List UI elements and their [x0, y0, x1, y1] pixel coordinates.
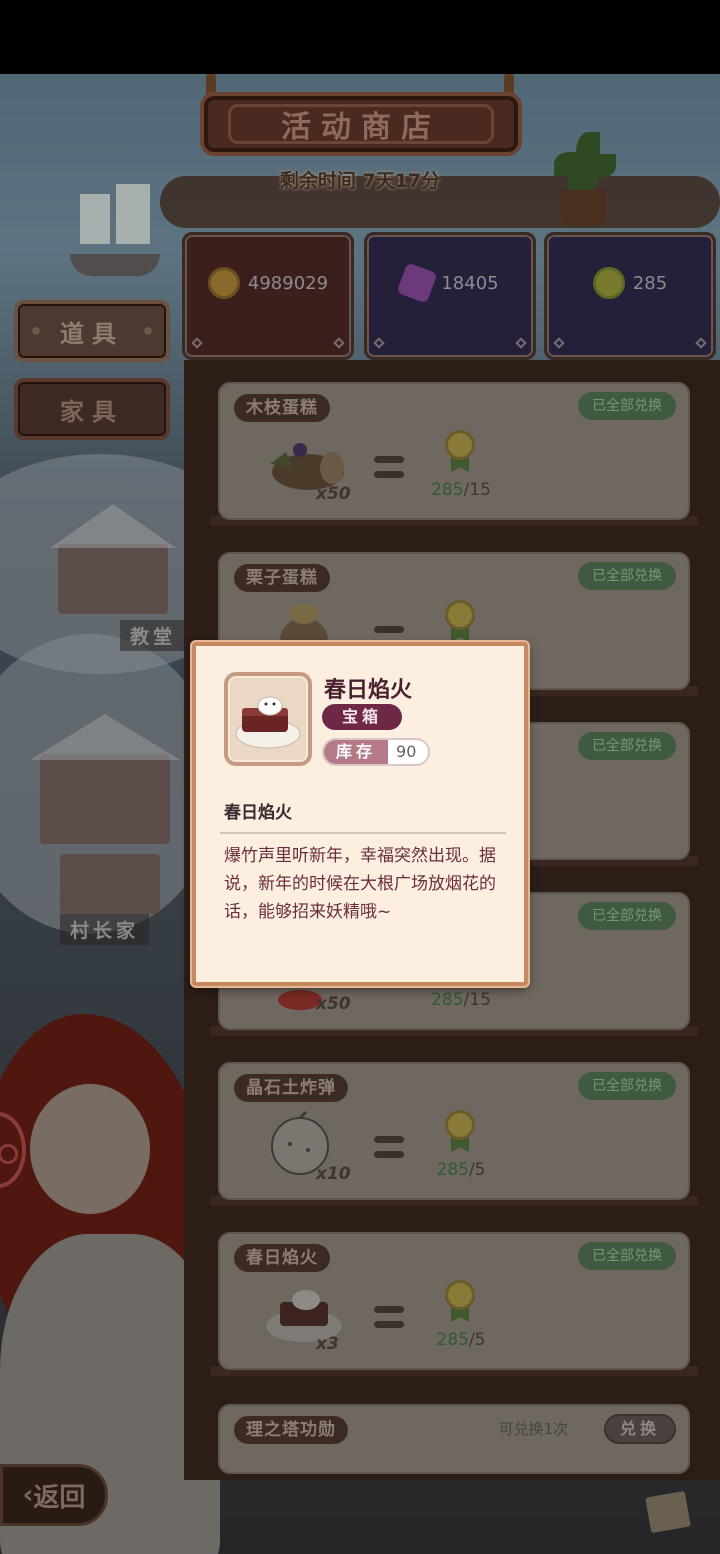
popup-description: 爆竹声里听新年，幸福突然出现。据说，新年的时候在大根广场放烟花的话，能够招来妖精…: [224, 846, 496, 922]
chevron-left-icon: ‹: [22, 1480, 34, 1510]
equals-icon: [374, 1136, 404, 1160]
owned-count: 285: [436, 1160, 469, 1180]
item-status: 已全部兑换: [578, 902, 676, 930]
purple-crystal-icon: [396, 262, 438, 304]
fireworks-box-icon: [235, 696, 301, 749]
item-status: 已全部兑换: [578, 1072, 676, 1100]
star-medal-icon: [442, 1280, 478, 1324]
item-type-badge: 宝箱: [322, 704, 402, 730]
back-label: 返回: [33, 1482, 86, 1513]
shop-title: 活动商店: [228, 104, 494, 145]
item-name: 晶石土炸弹: [234, 1074, 348, 1102]
cost: /5: [468, 1330, 486, 1350]
item-name: 木枝蛋糕: [234, 394, 330, 422]
item-price: 285/15: [416, 480, 506, 500]
equals-icon: [374, 1306, 404, 1330]
cost: /5: [468, 1160, 486, 1180]
stock-indicator: 库存 90: [322, 738, 431, 766]
owned-count: 285: [436, 1330, 469, 1350]
item-name: 春日焰火: [234, 1244, 330, 1272]
shop-item-card[interactable]: 晶石土炸弹 已全部兑换 x10 285/5: [218, 1062, 690, 1200]
stock-label: 库存: [324, 740, 389, 764]
shop-item-card[interactable]: 理之塔功勋 可兑换1次 兑换: [218, 1404, 690, 1474]
item-detail-popup: 春日焰火 宝箱 库存 90 春日焰火 爆竹声里听新年，幸福突然出现。据说，新年的…: [192, 642, 528, 986]
currency-medal[interactable]: 285: [544, 232, 716, 360]
item-status: 已全部兑换: [578, 562, 676, 590]
popup-subtitle: 春日焰火: [224, 803, 292, 823]
tab-props-label: 道具: [60, 319, 124, 348]
star-medal-icon: [442, 1110, 478, 1154]
stock-value: 90: [396, 742, 417, 761]
owned-count: 285: [431, 480, 464, 500]
item-quantity: x10: [316, 1164, 351, 1184]
currency-crystal[interactable]: 18405: [364, 232, 536, 360]
currency-gold[interactable]: 4989029: [182, 232, 354, 360]
item-quantity: x50: [316, 994, 351, 1014]
item-status: 已全部兑换: [578, 392, 676, 420]
item-name: 栗子蛋糕: [234, 564, 330, 592]
map-label-church[interactable]: 教堂: [120, 620, 187, 651]
item-status: 已全部兑换: [578, 1242, 676, 1270]
note-icon[interactable]: [645, 1490, 691, 1534]
item-icon-frame: [224, 672, 312, 766]
shop-item-card[interactable]: 木枝蛋糕 已全部兑换 x50 285/15: [218, 382, 690, 520]
item-quantity: x3: [316, 1334, 339, 1354]
item-name: 理之塔功勋: [234, 1416, 348, 1444]
item-price: 285/5: [416, 1160, 506, 1180]
tab-furniture[interactable]: 家具: [14, 378, 170, 440]
tab-props[interactable]: 道具: [14, 300, 170, 362]
tab-furniture-label: 家具: [60, 397, 124, 426]
equals-icon: [374, 456, 404, 480]
redeem-limit: 可兑换1次: [498, 1420, 568, 1438]
ship-decoration: [60, 184, 170, 284]
star-medal-icon: [442, 430, 478, 474]
potted-plant-decoration: [548, 128, 618, 228]
owned-count: 285: [431, 990, 464, 1010]
divider: [220, 832, 506, 834]
star-medal-icon: [592, 267, 625, 299]
map-label-chief[interactable]: 村长家: [60, 914, 150, 945]
shop-title-sign: 活动商店: [200, 92, 522, 156]
cost: /15: [463, 480, 491, 500]
redeem-button[interactable]: 兑换: [603, 1414, 676, 1444]
medal-amount: 285: [632, 272, 668, 294]
item-quantity: x50: [316, 484, 351, 504]
gold-amount: 4989029: [247, 272, 329, 294]
item-status: 已全部兑换: [578, 732, 676, 760]
shop-item-card[interactable]: 春日焰火 已全部兑换 x3 285/5: [218, 1232, 690, 1370]
popup-title: 春日焰火: [324, 678, 413, 703]
cost: /15: [463, 990, 491, 1010]
crystal-amount: 18405: [441, 272, 499, 294]
star-medal-icon: [442, 600, 478, 644]
back-button[interactable]: ‹ 返回: [0, 1464, 108, 1526]
status-bar: [0, 0, 720, 74]
item-price: 285/5: [416, 1330, 506, 1350]
gold-coin-icon: [207, 267, 240, 299]
remaining-time: 剩余时间 7天17分: [279, 170, 441, 192]
item-price: 285/15: [416, 990, 506, 1010]
